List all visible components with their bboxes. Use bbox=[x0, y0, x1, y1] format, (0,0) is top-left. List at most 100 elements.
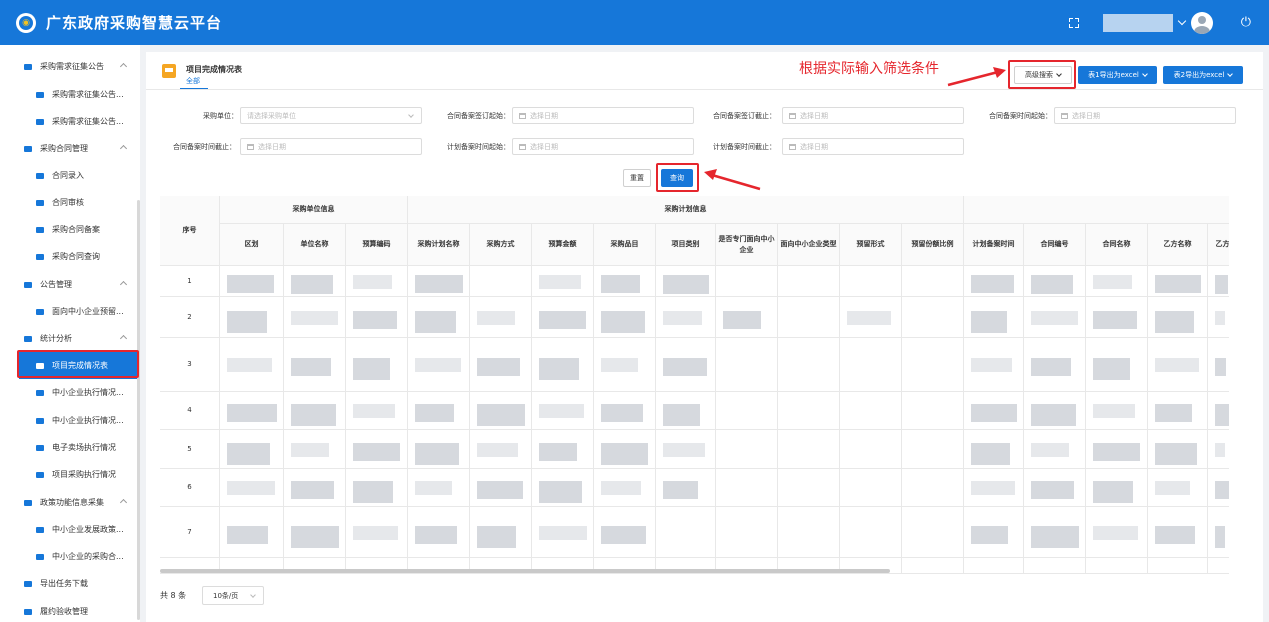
sidebar-item[interactable]: 统计分析 bbox=[0, 325, 140, 352]
chevron-up-icon[interactable] bbox=[119, 144, 128, 153]
menu-icon bbox=[36, 91, 44, 98]
sidebar-item[interactable]: 政策功能信息采集 bbox=[0, 489, 140, 516]
sign-end-date-input[interactable]: 选择日期 bbox=[782, 107, 964, 124]
power-icon[interactable]: ⏻ bbox=[1241, 15, 1251, 30]
report-icon bbox=[162, 64, 176, 78]
calendar-icon bbox=[789, 143, 796, 150]
export-table1-button[interactable]: 表1导出为excel bbox=[1078, 66, 1157, 84]
table-cell bbox=[656, 507, 716, 558]
sidebar-item[interactable]: 电子卖场执行情况 bbox=[0, 434, 140, 461]
redacted-value bbox=[601, 274, 640, 293]
sidebar-item[interactable]: 面向中小企业预留... bbox=[0, 298, 140, 325]
plan-end-date-input[interactable]: 选择日期 bbox=[782, 138, 964, 155]
table-group-header: 采购计划信息 bbox=[408, 196, 964, 224]
table-header-cell: 计划备案时间 bbox=[964, 224, 1024, 266]
redacted-value bbox=[227, 404, 277, 422]
filter-label-plan-end: 计划备案时间截止： bbox=[713, 143, 776, 151]
export-table2-button[interactable]: 表2导出为excel bbox=[1163, 66, 1243, 84]
redacted-value bbox=[663, 481, 698, 499]
table-row-seq: 6 bbox=[160, 469, 220, 507]
table-cell bbox=[1148, 558, 1208, 574]
annotation-arrow-icon bbox=[704, 169, 761, 191]
sidebar-item[interactable]: 履约验收管理 bbox=[0, 598, 140, 622]
sidebar-item[interactable]: 公告管理 bbox=[0, 271, 140, 298]
sidebar-item-label: 采购需求征集公告 bbox=[40, 62, 104, 71]
redacted-value bbox=[477, 404, 525, 426]
sidebar-item[interactable]: 采购需求征集公告... bbox=[0, 108, 140, 135]
redacted-value bbox=[291, 442, 329, 457]
filter-label-sign-start: 合同备案签订起始： bbox=[447, 112, 510, 120]
username-redacted[interactable] bbox=[1102, 13, 1173, 32]
redacted-value bbox=[291, 481, 334, 499]
chevron-up-icon[interactable] bbox=[119, 498, 128, 507]
sidebar-item[interactable]: 合同审核 bbox=[0, 189, 140, 216]
record-end-date-input[interactable]: 选择日期 bbox=[240, 138, 422, 155]
redacted-value bbox=[971, 404, 1017, 422]
sidebar-item-label: 政策功能信息采集 bbox=[40, 498, 104, 507]
chevron-up-icon[interactable] bbox=[119, 280, 128, 289]
table-cell bbox=[716, 392, 778, 430]
reset-button[interactable]: 重置 bbox=[623, 169, 651, 187]
table-cell bbox=[840, 430, 902, 469]
redacted-value bbox=[291, 310, 338, 325]
sidebar-item[interactable]: 中小企业执行情况... bbox=[0, 379, 140, 406]
table-header-cell: 采购品目 bbox=[594, 224, 656, 266]
redacted-value bbox=[1093, 404, 1135, 418]
sidebar-item[interactable]: 采购需求征集公告 bbox=[0, 53, 140, 80]
sidebar-item-label: 统计分析 bbox=[40, 334, 72, 343]
table-header-cell: 预算金额 bbox=[532, 224, 594, 266]
sidebar-item[interactable]: 采购合同管理 bbox=[0, 135, 140, 162]
table-horizontal-scrollbar[interactable] bbox=[160, 569, 890, 573]
tab-all[interactable]: 全部 bbox=[186, 76, 200, 86]
redacted-value bbox=[353, 525, 398, 540]
sign-start-date-input[interactable]: 选择日期 bbox=[512, 107, 694, 124]
sidebar-item[interactable]: 中小企业的采购合... bbox=[0, 543, 140, 570]
redacted-value bbox=[227, 358, 272, 372]
chevron-down-icon[interactable] bbox=[1177, 16, 1186, 26]
fullscreen-icon[interactable] bbox=[1068, 17, 1079, 28]
calendar-icon bbox=[519, 112, 526, 119]
menu-icon bbox=[36, 389, 44, 396]
page-title: 项目完成情况表 bbox=[186, 65, 242, 74]
redacted-value bbox=[353, 274, 392, 289]
sidebar-item[interactable]: 项目采购执行情况 bbox=[0, 461, 140, 488]
plan-start-date-input[interactable]: 选择日期 bbox=[512, 138, 694, 155]
sidebar-item[interactable]: 采购合同查询 bbox=[0, 243, 140, 270]
redacted-value bbox=[601, 442, 648, 465]
table-row-seq: 3 bbox=[160, 338, 220, 392]
page-size-select[interactable]: 10条/页 bbox=[202, 586, 264, 605]
unit-select[interactable]: 请选择采购单位 bbox=[240, 107, 422, 124]
table-header-cell: 预留形式 bbox=[840, 224, 902, 266]
sidebar-item-label: 面向中小企业预留... bbox=[52, 307, 124, 316]
table-cell bbox=[902, 430, 964, 469]
sidebar-item-label: 中小企业发展政策... bbox=[52, 525, 124, 534]
sidebar-item-label: 采购需求征集公告... bbox=[52, 117, 124, 126]
redacted-value bbox=[971, 481, 1015, 495]
sidebar-item-label: 导出任务下载 bbox=[40, 579, 88, 588]
sidebar-scrollbar[interactable] bbox=[137, 200, 140, 620]
sidebar-item[interactable]: 采购合同备案 bbox=[0, 216, 140, 243]
record-start-date-input[interactable]: 选择日期 bbox=[1054, 107, 1236, 124]
avatar[interactable] bbox=[1190, 11, 1213, 34]
sidebar-item[interactable]: 中小企业执行情况... bbox=[0, 407, 140, 434]
redacted-value bbox=[415, 404, 454, 422]
menu-icon bbox=[24, 608, 32, 615]
redacted-value bbox=[1155, 442, 1197, 465]
redacted-value bbox=[539, 525, 587, 540]
sidebar-item[interactable]: 采购需求征集公告... bbox=[0, 81, 140, 108]
redacted-value bbox=[477, 310, 515, 325]
table-cell bbox=[778, 338, 840, 392]
divider bbox=[146, 89, 1263, 90]
chevron-up-icon[interactable] bbox=[119, 334, 128, 343]
redacted-value bbox=[1215, 358, 1226, 376]
redacted-value bbox=[601, 358, 638, 372]
redacted-value bbox=[1093, 525, 1138, 540]
sidebar-item[interactable]: 中小企业发展政策... bbox=[0, 516, 140, 543]
sidebar-item[interactable]: 导出任务下载 bbox=[0, 570, 140, 597]
redacted-value bbox=[1093, 310, 1137, 329]
redacted-value bbox=[1215, 310, 1225, 325]
redacted-value bbox=[971, 310, 1007, 333]
redacted-value bbox=[1093, 481, 1133, 503]
sidebar-item[interactable]: 合同录入 bbox=[0, 162, 140, 189]
chevron-up-icon[interactable] bbox=[119, 62, 128, 71]
